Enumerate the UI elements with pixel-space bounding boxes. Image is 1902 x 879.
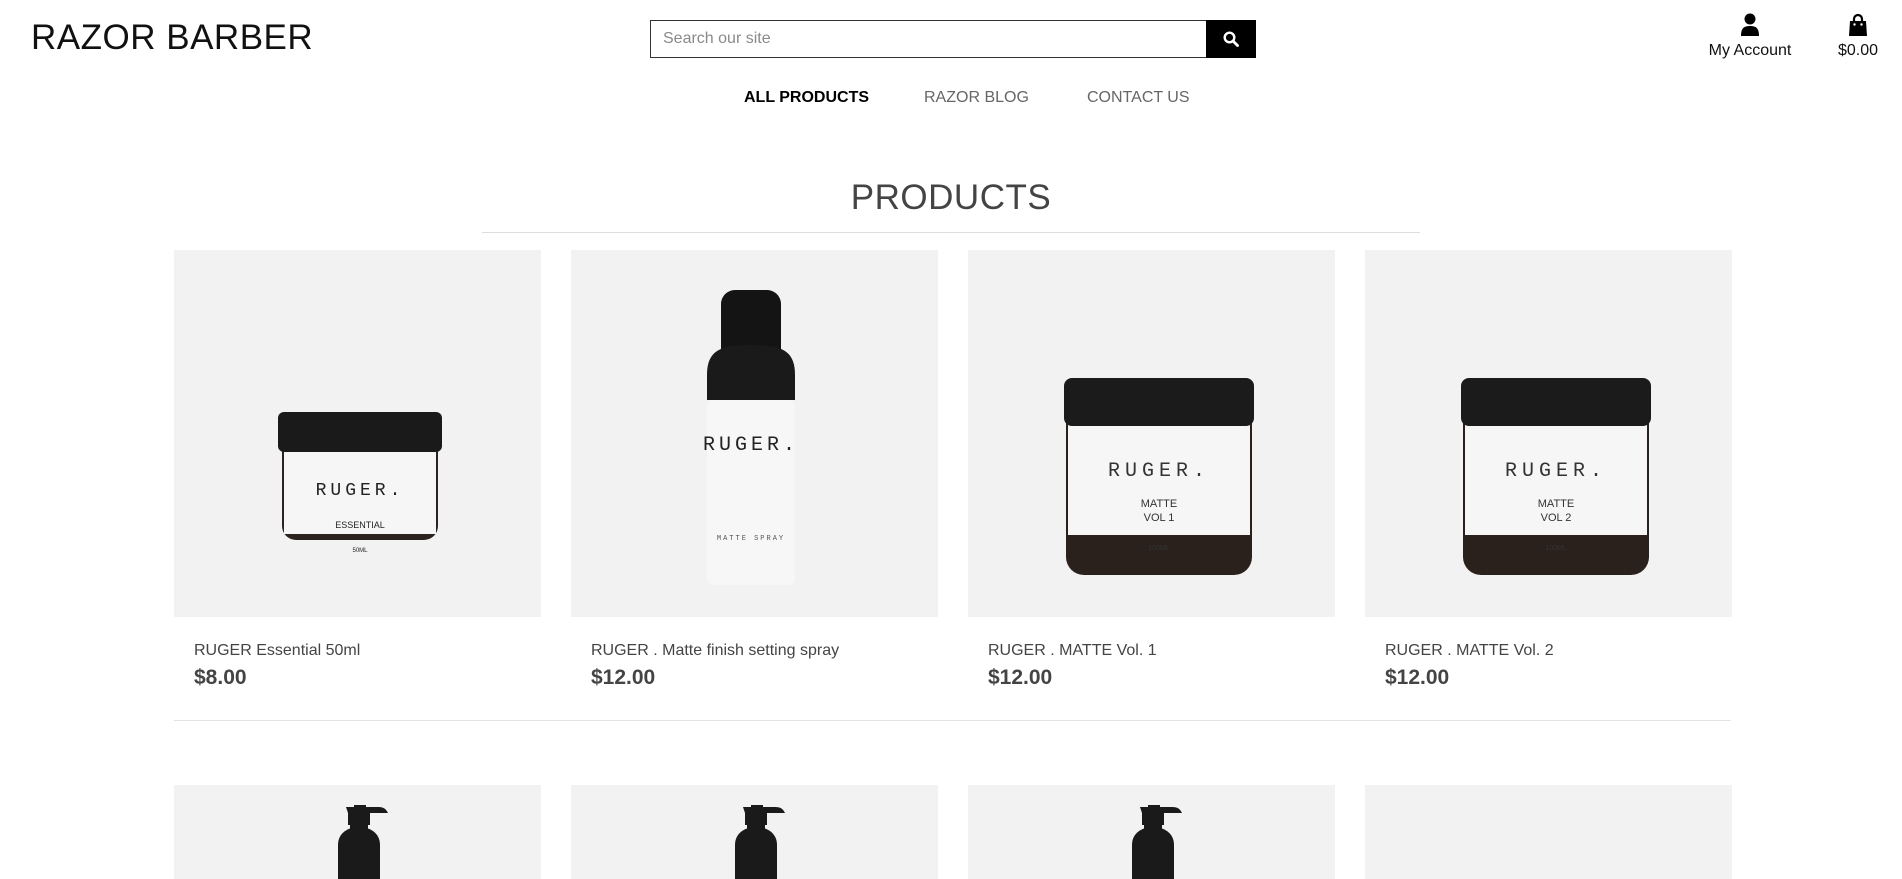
product-price: $12.00 — [988, 666, 1053, 689]
my-account-label: My Account — [1708, 42, 1792, 59]
product-grid-row-2 — [174, 785, 1732, 879]
product-price: $8.00 — [194, 666, 247, 689]
brand-logo[interactable]: RAZOR BARBER — [31, 18, 313, 58]
row-divider — [174, 720, 1731, 721]
product-name[interactable]: RUGER Essential 50ml — [174, 642, 541, 660]
product-label-line: MATTE SPRAY — [717, 535, 785, 543]
product-name[interactable]: RUGER . MATTE Vol. 2 — [1365, 642, 1732, 660]
product-image[interactable] — [174, 785, 541, 879]
product-card[interactable]: RUGER. MATTE VOL 1 100ML RUGER . MATTE V… — [968, 250, 1335, 690]
search-form — [650, 20, 1256, 58]
product-label-size: 50ML — [352, 548, 368, 554]
product-name[interactable]: RUGER . Matte finish setting spray — [571, 642, 938, 660]
product-label-size: 100ML — [1148, 545, 1170, 552]
shopping-bag-icon — [1849, 13, 1867, 36]
product-label-line2: VOL 2 — [1541, 512, 1572, 524]
user-icon — [1741, 13, 1759, 36]
search-input[interactable] — [650, 20, 1206, 58]
pump-bottle-icon — [1131, 805, 1182, 879]
nav-contact-us[interactable]: CONTACT US — [1087, 89, 1190, 107]
product-label-line2: VOL 1 — [1144, 512, 1175, 524]
product-label-line: ESSENTIAL — [335, 520, 385, 530]
product-card[interactable]: RUGER. ESSENTIAL 50ML RUGER Essential 50… — [174, 250, 541, 690]
product-price: $12.00 — [591, 666, 656, 689]
product-card[interactable]: RUGER. MATTE VOL 2 100ML RUGER . MATTE V… — [1365, 250, 1732, 690]
cart-link[interactable]: $0.00 — [1828, 13, 1888, 60]
cart-total: $0.00 — [1837, 42, 1879, 59]
product-grid: RUGER. ESSENTIAL 50ML RUGER Essential 50… — [174, 250, 1732, 690]
search-icon — [1223, 31, 1239, 47]
page-title: PRODUCTS — [850, 178, 1052, 217]
pump-bottle-icon — [734, 805, 785, 879]
product-image[interactable]: RUGER. ESSENTIAL 50ML — [174, 250, 541, 617]
pump-bottle-icon — [337, 805, 388, 879]
jar-large-icon: RUGER. MATTE VOL 2 100ML — [1461, 378, 1651, 575]
product-card[interactable]: RUGER. MATTE SPRAY RUGER . Matte finish … — [571, 250, 938, 690]
search-button[interactable] — [1206, 20, 1256, 58]
jar-small-icon: RUGER. ESSENTIAL 50ML — [278, 412, 442, 554]
product-label-line: MATTE — [1141, 498, 1177, 510]
product-image[interactable]: RUGER. MATTE SPRAY — [571, 250, 938, 617]
my-account-link[interactable]: My Account — [1700, 13, 1800, 60]
product-image[interactable]: RUGER. MATTE VOL 1 100ML — [968, 250, 1335, 617]
product-label-line: MATTE — [1538, 498, 1574, 510]
product-image[interactable] — [968, 785, 1335, 879]
jar-large-icon: RUGER. MATTE VOL 1 100ML — [1064, 378, 1254, 575]
product-image[interactable]: RUGER. MATTE VOL 2 100ML — [1365, 250, 1732, 617]
product-price: $12.00 — [1385, 666, 1450, 689]
product-label-brand: RUGER. — [1505, 460, 1607, 483]
product-label-brand: RUGER. — [1108, 460, 1210, 483]
product-label-brand: RUGER. — [316, 481, 405, 501]
product-label-size: 100ML — [1545, 545, 1567, 552]
nav-all-products[interactable]: ALL PRODUCTS — [744, 89, 869, 107]
product-image[interactable] — [1365, 785, 1732, 879]
product-image[interactable] — [571, 785, 938, 879]
product-label-brand: RUGER. — [703, 434, 799, 457]
title-divider — [482, 232, 1420, 233]
nav-razor-blog[interactable]: RAZOR BLOG — [924, 89, 1029, 107]
spray-bottle-icon: RUGER. MATTE SPRAY — [703, 290, 799, 585]
product-name[interactable]: RUGER . MATTE Vol. 1 — [968, 642, 1335, 660]
